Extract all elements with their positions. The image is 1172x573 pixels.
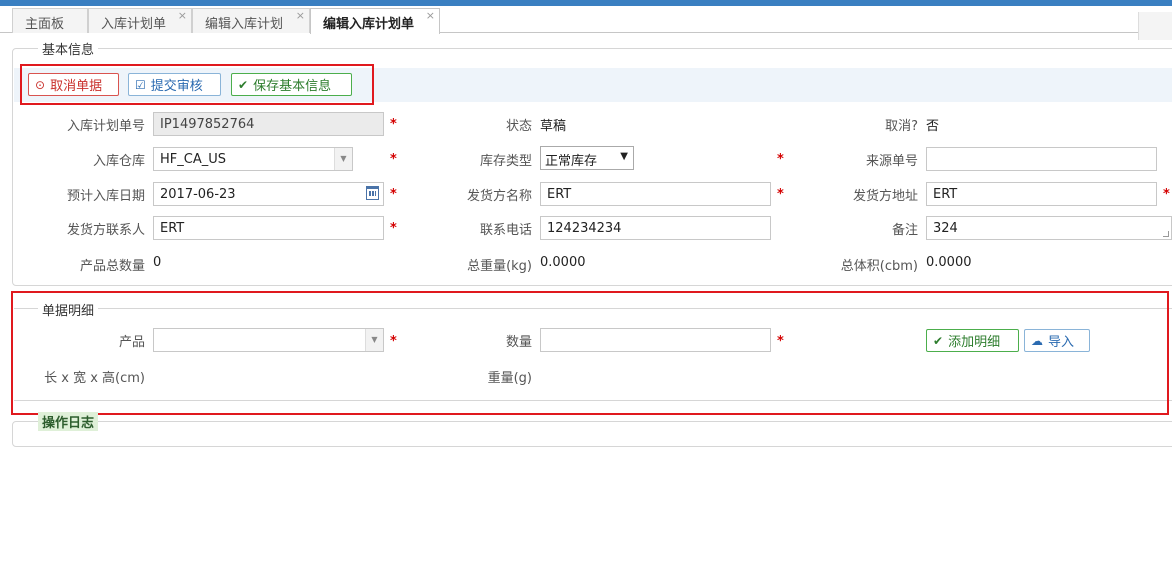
basic-info-legend: 基本信息 xyxy=(38,39,99,58)
total-weight-label: 总重量(kg) xyxy=(467,259,532,274)
plan-no-field: IP1497852764 xyxy=(153,112,384,136)
eta-label: 预计入库日期 xyxy=(66,189,145,204)
required-mark: * xyxy=(390,152,397,167)
warehouse-label: 入库仓库 xyxy=(92,154,145,169)
tab-label: 主面板 xyxy=(25,17,65,32)
eta-value: 2017-06-23 xyxy=(160,187,236,202)
cancelled-value: 否 xyxy=(926,119,940,134)
resize-handle-icon[interactable] xyxy=(1163,231,1169,237)
tab-edit-inbound-plan[interactable]: 编辑入库计划 × xyxy=(192,8,310,33)
chevron-down-icon: ▼ xyxy=(620,151,628,162)
tab-bar: 主面板 入库计划单 × 编辑入库计划 × 编辑入库计划单 × xyxy=(0,6,1172,40)
close-icon[interactable]: × xyxy=(296,9,305,22)
shipper-address-input[interactable]: ERT xyxy=(926,182,1157,206)
source-no-input[interactable] xyxy=(926,147,1157,171)
tab-label: 编辑入库计划 xyxy=(205,17,284,32)
required-mark: * xyxy=(777,152,784,167)
remark-label: 备注 xyxy=(891,223,918,238)
remark-textarea[interactable]: 324 xyxy=(926,216,1172,240)
remark-value: 324 xyxy=(933,221,958,236)
total-volume-label: 总体积(cbm) xyxy=(840,259,918,274)
tab-label: 入库计划单 xyxy=(101,17,167,32)
total-volume-value: 0.0000 xyxy=(926,255,972,270)
eta-date-input[interactable]: 2017-06-23 xyxy=(153,182,384,206)
stock-type-label: 库存类型 xyxy=(479,154,532,169)
shipper-name-label: 发货方名称 xyxy=(466,189,532,204)
plan-no-label: 入库计划单号 xyxy=(66,119,145,134)
tab-dashboard[interactable]: 主面板 xyxy=(12,8,88,33)
tab-inbound-plans[interactable]: 入库计划单 × xyxy=(88,8,192,33)
required-mark: * xyxy=(1163,187,1170,202)
shipper-contact-label: 发货方联系人 xyxy=(66,223,145,238)
warehouse-combo[interactable]: HF_CA_US ▼ xyxy=(153,147,353,171)
operation-log-panel[interactable] xyxy=(12,421,1172,447)
stock-type-value: 正常库存 xyxy=(545,154,598,169)
phone-input[interactable]: 124234234 xyxy=(540,216,771,240)
operation-log-legend[interactable]: 操作日志 xyxy=(38,412,99,431)
total-weight-value: 0.0000 xyxy=(540,255,586,270)
stock-type-select[interactable]: 正常库存 ▼ xyxy=(540,146,634,170)
phone-label: 联系电话 xyxy=(479,223,532,238)
close-icon[interactable]: × xyxy=(426,9,435,22)
tab-edit-inbound-plan-order[interactable]: 编辑入库计划单 × xyxy=(310,8,440,34)
source-no-label: 来源单号 xyxy=(865,154,918,169)
tab-scroll-area xyxy=(1138,12,1172,40)
close-icon[interactable]: × xyxy=(178,9,187,22)
toolbar-highlight-box xyxy=(20,64,374,105)
required-mark: * xyxy=(390,117,397,132)
warehouse-value: HF_CA_US xyxy=(160,152,226,167)
status-value: 草稿 xyxy=(540,119,567,134)
required-mark: * xyxy=(390,221,397,236)
shipper-address-label: 发货方地址 xyxy=(852,189,918,204)
required-mark: * xyxy=(777,187,784,202)
total-qty-value: 0 xyxy=(153,255,162,270)
detail-highlight-box xyxy=(11,291,1169,415)
status-label: 状态 xyxy=(505,119,532,134)
cancelled-label: 取消? xyxy=(885,119,918,134)
required-mark: * xyxy=(390,187,397,202)
shipper-name-input[interactable]: ERT xyxy=(540,182,771,206)
total-qty-label: 产品总数量 xyxy=(79,259,145,274)
dropdown-arrow-icon[interactable]: ▼ xyxy=(334,148,352,170)
calendar-icon[interactable] xyxy=(366,186,379,200)
tab-label: 编辑入库计划单 xyxy=(323,17,415,32)
shipper-contact-input[interactable]: ERT xyxy=(153,216,384,240)
